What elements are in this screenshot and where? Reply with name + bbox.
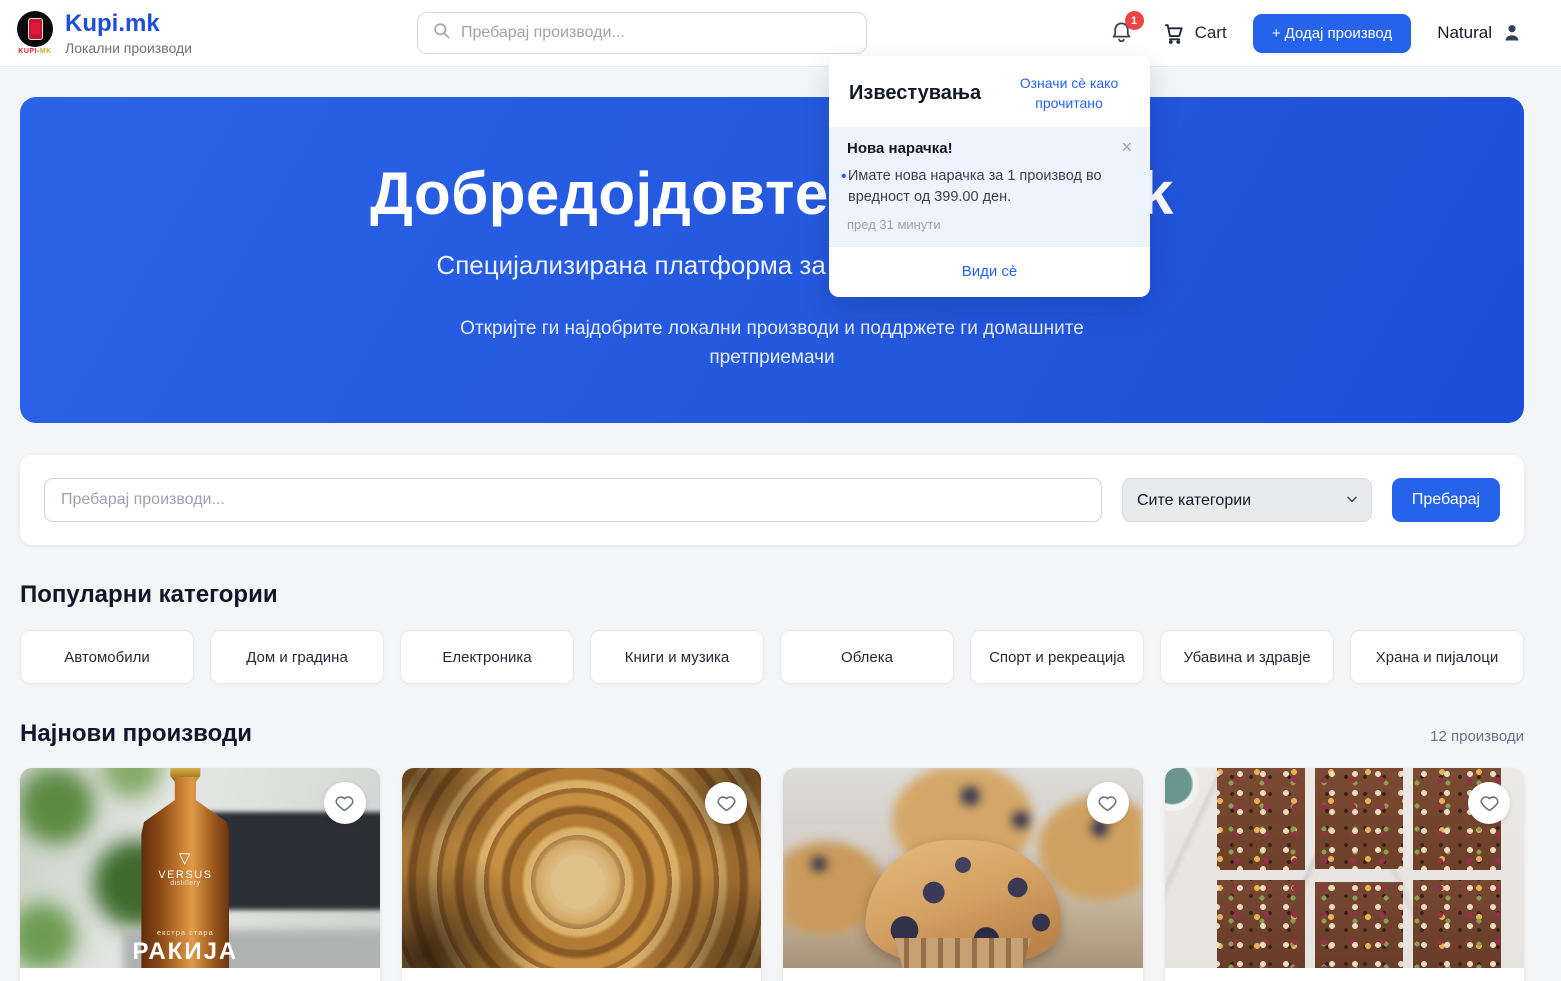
product-card-body xyxy=(783,968,1143,981)
notification-item-time: пред 31 минути xyxy=(847,217,1132,232)
category-select[interactable]: Сите категории xyxy=(1122,478,1372,522)
header-actions: 1 Cart + Додај производ Natural xyxy=(1109,14,1523,53)
category-chip[interactable]: Автомобили xyxy=(20,630,194,684)
notifications-header: Известувања Означи сè како прочитано xyxy=(829,56,1150,127)
logo-text: KUPI-MK xyxy=(18,48,51,55)
hero-description: Откријте ги најдобрите локални производи… xyxy=(442,315,1102,372)
favorite-button[interactable] xyxy=(1468,782,1510,824)
photo-bottom-label: РАКИЈА xyxy=(132,938,238,966)
user-menu[interactable]: Natural xyxy=(1437,22,1523,44)
cart-icon xyxy=(1161,21,1186,46)
search-button[interactable]: Пребарај xyxy=(1392,478,1500,522)
heart-icon xyxy=(1097,793,1118,814)
product-image-blueberry-muffins xyxy=(783,768,1143,968)
favorite-button[interactable] xyxy=(1087,782,1129,824)
heart-icon xyxy=(716,793,737,814)
category-select-wrap: Сите категории xyxy=(1122,478,1372,522)
product-card-body xyxy=(402,968,762,981)
notification-item-body: •Имате нова нарачка за 1 производ во вре… xyxy=(847,166,1132,208)
brand-tagline: Локални производи xyxy=(65,40,192,56)
product-card[interactable] xyxy=(783,768,1143,981)
category-chip[interactable]: Облека xyxy=(780,630,954,684)
category-chip[interactable]: Убавина и здравје xyxy=(1160,630,1334,684)
product-image-chocolate-bark xyxy=(1165,768,1525,968)
categories-row: Автомобили Дом и градина Електроника Книги … xyxy=(20,630,1524,684)
product-card[interactable] xyxy=(402,768,762,981)
hero-title: Добредојдовте на Kupi.mk xyxy=(20,159,1524,228)
user-name: Natural xyxy=(1437,23,1492,43)
photo-bottom-small: екстра стара xyxy=(157,928,214,937)
category-chip[interactable]: Дом и градина xyxy=(210,630,384,684)
search-icon xyxy=(432,21,451,45)
category-chip[interactable]: Храна и пијалоци xyxy=(1350,630,1524,684)
logo-circle-icon xyxy=(17,11,53,47)
product-search-input[interactable] xyxy=(44,478,1102,522)
notifications-button[interactable]: 1 xyxy=(1109,20,1135,46)
hero-banner: Добредојдовте на Kupi.mk Специјализирана… xyxy=(20,97,1524,423)
cart-button[interactable]: Cart xyxy=(1161,21,1227,46)
category-chip[interactable]: Електроника xyxy=(400,630,574,684)
close-icon[interactable]: × xyxy=(1121,140,1132,154)
product-image-rakija-bottle: VERSUS distillery екстра стара РАКИЈА xyxy=(20,768,380,968)
favorite-button[interactable] xyxy=(705,782,747,824)
notification-item-title: Нова нарачка! xyxy=(847,140,953,157)
view-all-link[interactable]: Види сè xyxy=(962,263,1018,280)
product-card-body xyxy=(20,968,380,981)
brand-name[interactable]: Kupi.mk xyxy=(65,10,192,38)
notification-item[interactable]: Нова нарачка! × •Имате нова нарачка за 1… xyxy=(829,127,1150,246)
add-product-button[interactable]: + Додај производ xyxy=(1253,14,1412,53)
product-photo-layer xyxy=(892,938,1034,968)
header-search xyxy=(417,12,867,54)
products-title: Најнови производи xyxy=(20,720,252,748)
category-chip[interactable]: Книги и музика xyxy=(590,630,764,684)
heart-icon xyxy=(1479,793,1500,814)
notification-badge: 1 xyxy=(1125,11,1144,30)
photo-sublabel: distillery xyxy=(170,880,200,887)
site-logo[interactable]: KUPI-MK xyxy=(17,11,53,55)
product-image-burek-spiral xyxy=(402,768,762,968)
mark-all-read-link[interactable]: Означи сè како прочитано xyxy=(1008,74,1130,113)
search-section: Сите категории Пребарај xyxy=(20,455,1524,545)
notifications-panel: Известувања Означи сè како прочитано Нов… xyxy=(829,56,1150,297)
unread-dot: • xyxy=(841,165,847,188)
cart-label: Cart xyxy=(1195,23,1227,43)
product-card-body xyxy=(1165,968,1525,981)
notifications-title: Известувања xyxy=(849,82,981,105)
hero-subtitle: Специјализирана платформа за македонски … xyxy=(20,250,1524,281)
heart-icon xyxy=(334,793,355,814)
notifications-footer: Види сè xyxy=(829,246,1150,297)
product-card[interactable] xyxy=(1165,768,1525,981)
phone-icon xyxy=(28,18,43,40)
user-icon xyxy=(1501,22,1523,44)
product-card[interactable]: VERSUS distillery екстра стара РАКИЈА xyxy=(20,768,380,981)
category-chip[interactable]: Спорт и рекреација xyxy=(970,630,1144,684)
favorite-button[interactable] xyxy=(324,782,366,824)
products-count: 12 производи xyxy=(1430,728,1524,745)
brand-block: Kupi.mk Локални производи xyxy=(65,10,192,56)
header: KUPI-MK Kupi.mk Локални производи 1 Cart… xyxy=(0,0,1561,67)
categories-title: Популарни категории xyxy=(20,581,1524,609)
header-search-input[interactable] xyxy=(461,24,852,42)
photo-label: VERSUS xyxy=(158,849,212,881)
products-grid: VERSUS distillery екстра стара РАКИЈА xyxy=(20,768,1524,981)
